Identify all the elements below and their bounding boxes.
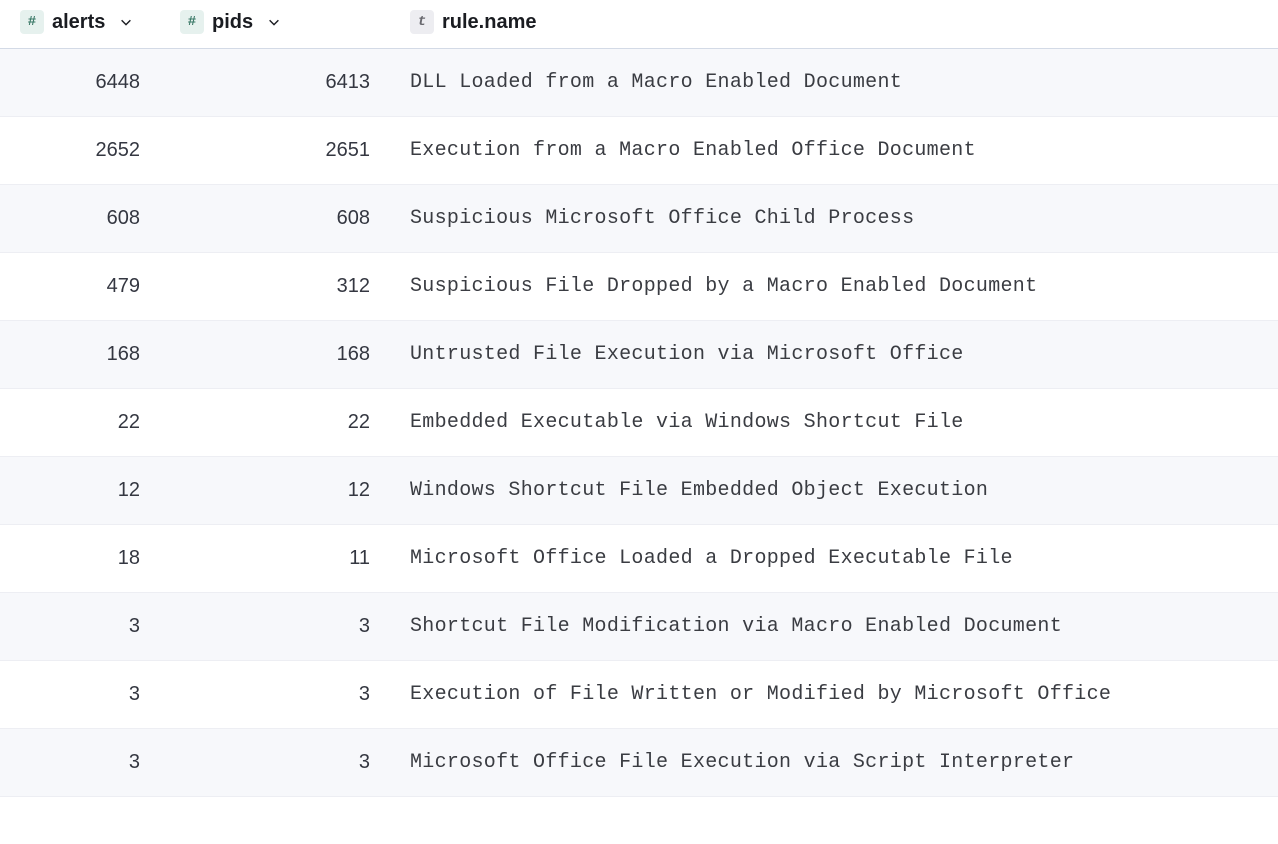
table-row[interactable]: 6448 6413 DLL Loaded from a Macro Enable…: [0, 49, 1278, 117]
table-row[interactable]: 3 3 Microsoft Office File Execution via …: [0, 729, 1278, 797]
table-row[interactable]: 3 3 Shortcut File Modification via Macro…: [0, 593, 1278, 661]
table-row[interactable]: 18 11 Microsoft Office Loaded a Dropped …: [0, 525, 1278, 593]
cell-rule-name: Shortcut File Modification via Macro Ena…: [390, 593, 1278, 661]
table-row[interactable]: 168 168 Untrusted File Execution via Mic…: [0, 321, 1278, 389]
table-body: 6448 6413 DLL Loaded from a Macro Enable…: [0, 49, 1278, 797]
text-type-icon: t: [410, 10, 434, 34]
chevron-down-icon: [119, 15, 133, 29]
cell-pids: 6413: [160, 49, 390, 117]
cell-alerts: 22: [0, 389, 160, 457]
cell-rule-name: Suspicious Microsoft Office Child Proces…: [390, 185, 1278, 253]
cell-alerts: 479: [0, 253, 160, 321]
column-label: alerts: [52, 11, 105, 34]
cell-pids: 12: [160, 457, 390, 525]
chevron-down-icon: [267, 15, 281, 29]
cell-pids: 312: [160, 253, 390, 321]
cell-rule-name: DLL Loaded from a Macro Enabled Document: [390, 49, 1278, 117]
table-row[interactable]: 479 312 Suspicious File Dropped by a Mac…: [0, 253, 1278, 321]
cell-alerts: 3: [0, 729, 160, 797]
cell-alerts: 12: [0, 457, 160, 525]
cell-pids: 2651: [160, 117, 390, 185]
results-table: # alerts # pids t: [0, 0, 1278, 797]
cell-pids: 168: [160, 321, 390, 389]
cell-alerts: 6448: [0, 49, 160, 117]
column-label: pids: [212, 11, 253, 34]
table-row[interactable]: 22 22 Embedded Executable via Windows Sh…: [0, 389, 1278, 457]
number-type-icon: #: [20, 10, 44, 34]
cell-alerts: 168: [0, 321, 160, 389]
cell-alerts: 3: [0, 661, 160, 729]
column-label: rule.name: [442, 11, 536, 34]
cell-rule-name: Suspicious File Dropped by a Macro Enabl…: [390, 253, 1278, 321]
table-row[interactable]: 12 12 Windows Shortcut File Embedded Obj…: [0, 457, 1278, 525]
cell-alerts: 18: [0, 525, 160, 593]
cell-rule-name: Windows Shortcut File Embedded Object Ex…: [390, 457, 1278, 525]
cell-rule-name: Execution of File Written or Modified by…: [390, 661, 1278, 729]
cell-alerts: 608: [0, 185, 160, 253]
cell-rule-name: Execution from a Macro Enabled Office Do…: [390, 117, 1278, 185]
cell-rule-name: Untrusted File Execution via Microsoft O…: [390, 321, 1278, 389]
cell-pids: 608: [160, 185, 390, 253]
cell-pids: 22: [160, 389, 390, 457]
table-row[interactable]: 3 3 Execution of File Written or Modifie…: [0, 661, 1278, 729]
column-header-alerts[interactable]: # alerts: [0, 0, 160, 49]
cell-rule-name: Microsoft Office Loaded a Dropped Execut…: [390, 525, 1278, 593]
cell-alerts: 2652: [0, 117, 160, 185]
number-type-icon: #: [180, 10, 204, 34]
column-header-pids[interactable]: # pids: [160, 0, 390, 49]
cell-pids: 3: [160, 729, 390, 797]
cell-rule-name: Microsoft Office File Execution via Scri…: [390, 729, 1278, 797]
cell-rule-name: Embedded Executable via Windows Shortcut…: [390, 389, 1278, 457]
cell-alerts: 3: [0, 593, 160, 661]
table-header-row: # alerts # pids t: [0, 0, 1278, 49]
table-row[interactable]: 2652 2651 Execution from a Macro Enabled…: [0, 117, 1278, 185]
cell-pids: 3: [160, 593, 390, 661]
cell-pids: 3: [160, 661, 390, 729]
cell-pids: 11: [160, 525, 390, 593]
column-header-rule-name[interactable]: t rule.name: [390, 0, 1278, 49]
table-row[interactable]: 608 608 Suspicious Microsoft Office Chil…: [0, 185, 1278, 253]
